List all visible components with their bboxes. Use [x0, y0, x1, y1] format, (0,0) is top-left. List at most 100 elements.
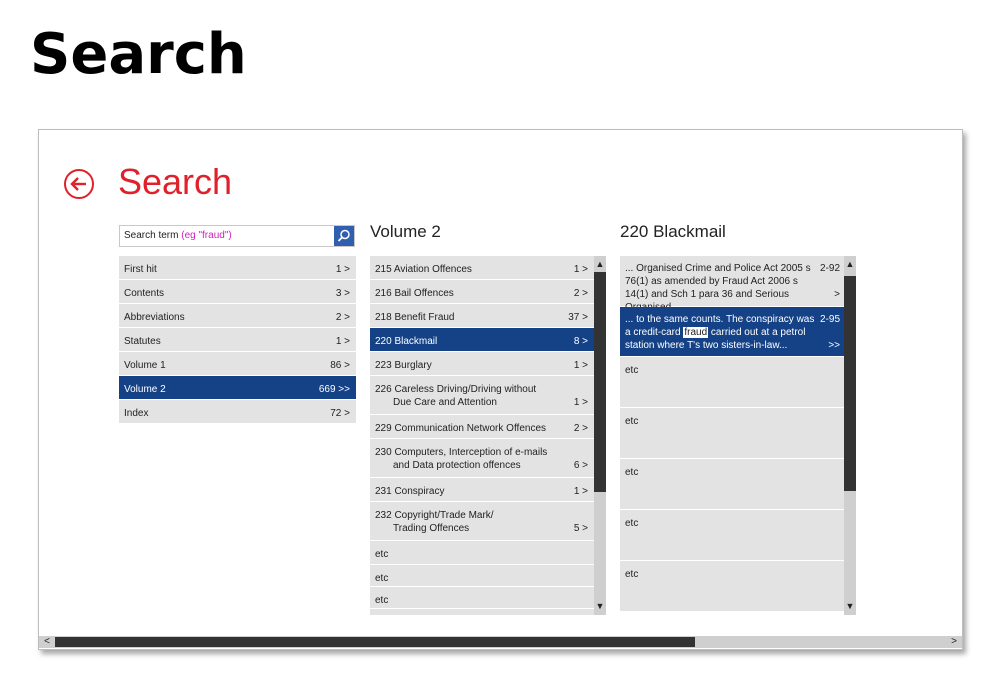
- hit-list-scrollbar[interactable]: ▲ ▼: [844, 256, 856, 615]
- list-item-count: 2 >: [573, 288, 588, 299]
- list-item-label: 218 Benefit Fraud: [375, 312, 455, 323]
- volume-title: Volume 2: [370, 222, 441, 241]
- hit-list-scroll-thumb[interactable]: [844, 276, 856, 491]
- back-arrow-icon: [70, 177, 86, 191]
- magnifier-icon: [337, 229, 350, 242]
- list-item-label: Trading Offences: [393, 523, 470, 534]
- list-item[interactable]: 230 Computers, Interception of e-mails an…: [370, 439, 594, 478]
- list-item-label: 230 Computers, Interception of e-mails: [375, 447, 548, 458]
- horizontal-scroll-thumb[interactable]: [55, 637, 695, 647]
- chevron-down-icon[interactable]: ▼: [844, 600, 856, 612]
- list-item-label: Abbreviations: [124, 312, 185, 323]
- list-item-label: etc: [375, 549, 389, 560]
- chapter-list-scroll-thumb[interactable]: [594, 272, 606, 492]
- search-hit-text: etc: [625, 467, 639, 478]
- list-item[interactable]: 223 Burglary 1 >: [370, 352, 594, 376]
- open-hit-indicator: >>: [828, 340, 840, 351]
- chevron-right-icon[interactable]: >: [948, 636, 960, 648]
- search-button[interactable]: [334, 226, 354, 246]
- chevron-down-icon[interactable]: ▼: [594, 600, 606, 612]
- chevron-up-icon[interactable]: ▲: [594, 258, 606, 270]
- list-item-label: Statutes: [124, 336, 161, 347]
- paragraph-ref: 2-95: [819, 314, 840, 325]
- source-list: First hit 1 > Contents 3 > Abbreviations 2 > S…: [119, 256, 356, 424]
- list-item[interactable]: Statutes 1 >: [119, 328, 356, 352]
- page-title: Search: [118, 161, 233, 202]
- search-hit-text: etc: [625, 518, 639, 529]
- list-item-label: and Data protection offences: [393, 460, 521, 471]
- list-item-count: 2 >: [573, 423, 588, 434]
- list-item[interactable]: 216 Bail Offences 2 >: [370, 280, 594, 304]
- list-item-label: Due Care and Attention: [393, 397, 497, 408]
- search-hit-text: ... to the same counts. The conspiracy w…: [625, 313, 820, 352]
- list-item-label: Contents: [124, 288, 165, 299]
- search-hit[interactable]: etc: [620, 459, 844, 510]
- list-item-label: etc: [375, 595, 389, 606]
- list-item-label: 223 Burglary: [375, 360, 432, 371]
- list-item[interactable]: 215 Aviation Offences 1 >: [370, 256, 594, 280]
- list-item-label: First hit: [124, 264, 157, 275]
- list-item-count: 1 >: [573, 360, 588, 371]
- search-hit[interactable]: etc: [620, 357, 844, 408]
- search-box: Search term (eg "fraud"): [119, 225, 355, 247]
- list-item-label: 215 Aviation Offences: [375, 264, 472, 275]
- list-item-count: 37 >: [568, 312, 588, 323]
- list-item[interactable]: 218 Benefit Fraud 37 >: [370, 304, 594, 328]
- chevron-left-icon[interactable]: <: [41, 636, 53, 648]
- horizontal-scrollbar[interactable]: < >: [39, 636, 962, 648]
- search-hit-text: etc: [625, 416, 639, 427]
- list-item[interactable]: Volume 2 669 >>: [119, 376, 356, 400]
- list-item-label: Volume 1: [124, 360, 166, 371]
- list-item[interactable]: 229 Communication Network Offences 2 >: [370, 415, 594, 439]
- list-item-count: 1 >: [573, 486, 588, 497]
- list-item[interactable]: 220 Blackmail 8 >: [370, 328, 594, 352]
- list-item-label: Index: [124, 408, 149, 419]
- search-hit-text: etc: [625, 569, 639, 580]
- search-hit-text: etc: [625, 365, 639, 376]
- hit-list: ... Organised Crime and Police Act 2005 …: [620, 256, 844, 615]
- back-button[interactable]: [64, 169, 94, 199]
- list-item[interactable]: 231 Conspiracy 1 >: [370, 478, 594, 502]
- search-hit[interactable]: etc: [620, 510, 844, 561]
- list-item-label: Volume 2: [124, 384, 166, 395]
- slide-title: Search: [30, 22, 247, 87]
- list-item-count: 1 >: [335, 264, 350, 275]
- list-item-count: 3 >: [335, 288, 350, 299]
- chapter-list: 215 Aviation Offences 1 > 216 Bail Offence…: [370, 256, 594, 615]
- list-item[interactable]: etc: [370, 565, 594, 587]
- list-item-count: 1 >: [335, 336, 350, 347]
- list-item-count: 1 >: [573, 264, 588, 275]
- search-hit[interactable]: etc: [620, 561, 844, 612]
- list-item-count: 669 >>: [318, 384, 350, 395]
- chapter-list-scrollbar[interactable]: ▲ ▼: [594, 256, 606, 615]
- list-item[interactable]: etc: [370, 587, 594, 609]
- list-item-count: 5 >: [573, 523, 588, 534]
- paragraph-ref: 2-92: [819, 263, 840, 274]
- search-hit[interactable]: ... Organised Crime and Police Act 2005 …: [620, 256, 844, 313]
- search-input[interactable]: [120, 226, 334, 246]
- chevron-up-icon[interactable]: ▲: [844, 258, 856, 270]
- list-item-count: 72 >: [330, 408, 350, 419]
- list-item[interactable]: Contents 3 >: [119, 280, 356, 304]
- search-hit[interactable]: etc: [620, 408, 844, 459]
- search-hit[interactable]: ... to the same counts. The conspiracy w…: [620, 307, 844, 357]
- list-item[interactable]: First hit 1 >: [119, 256, 356, 280]
- list-item-label: 229 Communication Network Offences: [375, 423, 547, 434]
- list-item-count: 2 >: [335, 312, 350, 323]
- app-window: Search Search term (eg "fraud") First hi…: [38, 129, 963, 650]
- list-item[interactable]: 226 Careless Driving/Driving without Due …: [370, 376, 594, 415]
- list-item[interactable]: 232 Copyright/Trade Mark/Trading Offence…: [370, 502, 594, 541]
- chapter-title: 220 Blackmail: [620, 222, 726, 241]
- list-item-label: etc: [375, 573, 389, 584]
- list-item[interactable]: Volume 1 86 >: [119, 352, 356, 376]
- list-item-label: 216 Bail Offences: [375, 288, 454, 299]
- list-item[interactable]: Abbreviations 2 >: [119, 304, 356, 328]
- list-item-label: 220 Blackmail: [375, 336, 438, 347]
- list-item-count: 1 >: [573, 397, 588, 408]
- list-item[interactable]: etc: [370, 541, 594, 565]
- list-item[interactable]: etc: [370, 609, 594, 615]
- list-item-count: 86 >: [330, 360, 350, 371]
- list-item-label: 232 Copyright/Trade Mark/: [375, 510, 494, 521]
- list-item-label: 231 Conspiracy: [375, 486, 445, 497]
- list-item[interactable]: Index 72 >: [119, 400, 356, 424]
